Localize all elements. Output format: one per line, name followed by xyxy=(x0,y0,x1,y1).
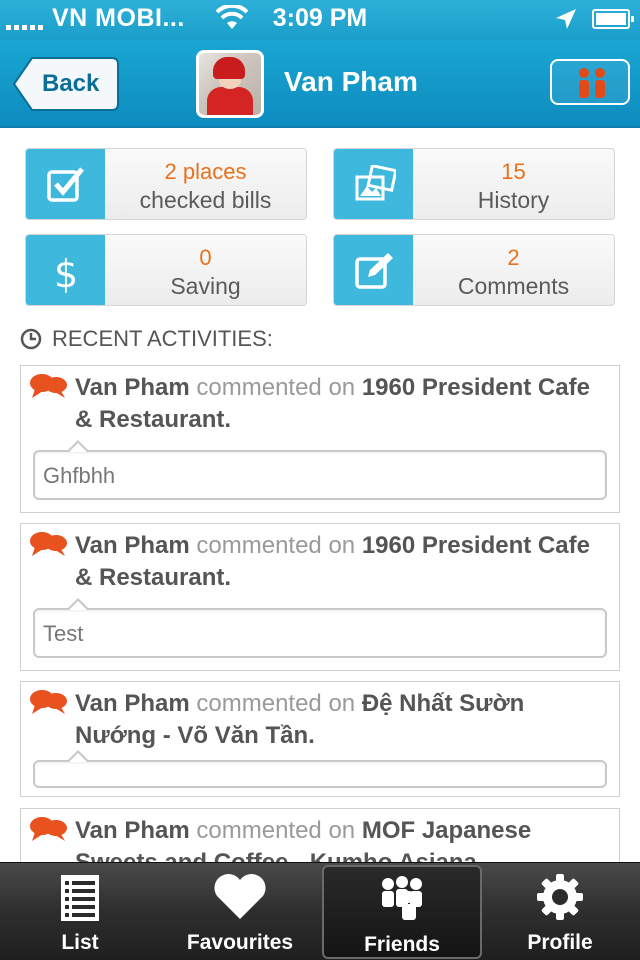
back-button-label: Back xyxy=(42,70,100,97)
edit-icon xyxy=(334,235,413,305)
tab-label: Friends xyxy=(364,933,440,956)
tab-bar: List Favourites Friends Profile xyxy=(0,862,640,960)
photos-icon xyxy=(334,149,413,219)
stat-checked-bills[interactable]: 2 places checked bills xyxy=(25,148,307,220)
location-arrow-icon xyxy=(554,7,578,38)
activity-verb: commented on xyxy=(196,817,356,844)
comment-bubbles-icon xyxy=(30,817,67,841)
checkbox-icon xyxy=(26,149,105,219)
stat-saving[interactable]: $ 0 Saving xyxy=(25,234,307,306)
tab-label: List xyxy=(61,931,99,954)
tab-favourites[interactable]: Favourites xyxy=(160,865,320,959)
tab-profile[interactable]: Profile xyxy=(480,865,640,959)
section-title: RECENT ACTIVITIES: xyxy=(52,326,273,351)
stat-value: 0 xyxy=(199,245,212,270)
stat-label: Saving xyxy=(170,273,241,299)
stat-label: History xyxy=(477,187,550,213)
battery-icon xyxy=(592,9,634,29)
status-bar: VN MOBI... 3:09 PM xyxy=(0,0,640,40)
comment-box: Test xyxy=(33,598,607,658)
comment-box xyxy=(33,750,607,788)
activity-item[interactable]: Van Pham commented on 1960 President Caf… xyxy=(20,523,620,671)
activity-item[interactable]: Van Pham commented on 1960 President Caf… xyxy=(20,365,620,513)
comment-bubbles-icon xyxy=(30,690,67,714)
stat-value: 15 xyxy=(501,159,526,184)
activity-verb: commented on xyxy=(196,374,356,401)
comment-box: Ghfbhh xyxy=(33,440,607,500)
comment-bubbles-icon xyxy=(30,532,67,556)
activity-user[interactable]: Van Pham xyxy=(75,817,190,844)
stat-value: 2 places xyxy=(164,159,247,184)
activity-user[interactable]: Van Pham xyxy=(75,690,190,717)
activity-verb: commented on xyxy=(196,690,356,717)
stat-label: checked bills xyxy=(139,187,272,213)
tab-list[interactable]: List xyxy=(0,865,160,959)
friends-button[interactable] xyxy=(550,59,630,105)
stat-label: Comments xyxy=(457,273,570,299)
stat-history[interactable]: 15 History xyxy=(333,148,615,220)
activity-user[interactable]: Van Pham xyxy=(75,532,190,559)
stat-comments[interactable]: 2 Comments xyxy=(333,234,615,306)
page-title: Van Pham xyxy=(284,66,418,97)
friends-icon xyxy=(579,68,605,98)
activity-verb: commented on xyxy=(196,532,356,559)
back-button[interactable]: Back xyxy=(12,56,120,112)
tab-friends[interactable]: Friends xyxy=(322,865,482,959)
tab-label: Favourites xyxy=(186,931,294,954)
svg-text:$: $ xyxy=(54,252,78,293)
tab-label: Profile xyxy=(527,931,593,954)
activity-text: Van Pham commented on Đệ Nhất Sườn Nướng… xyxy=(75,688,599,752)
clock-icon xyxy=(20,328,42,350)
clock: 3:09 PM xyxy=(272,4,368,32)
stat-value: 2 xyxy=(507,245,520,270)
list-icon xyxy=(61,875,99,921)
activity-user[interactable]: Van Pham xyxy=(75,374,190,401)
recent-activities-heading: RECENT ACTIVITIES: xyxy=(20,326,273,352)
activity-text: Van Pham commented on 1960 President Caf… xyxy=(75,530,599,594)
avatar xyxy=(196,50,264,118)
activity-item[interactable]: Van Pham commented on Đệ Nhất Sườn Nướng… xyxy=(20,681,620,797)
dollar-icon: $ xyxy=(26,235,105,305)
heart-icon xyxy=(214,873,266,919)
gear-icon xyxy=(537,874,583,920)
friends-icon xyxy=(382,876,422,920)
activity-text: Van Pham commented on 1960 President Caf… xyxy=(75,372,599,436)
comment-bubbles-icon xyxy=(30,374,67,398)
nav-bar: Back Van Pham xyxy=(0,40,640,128)
